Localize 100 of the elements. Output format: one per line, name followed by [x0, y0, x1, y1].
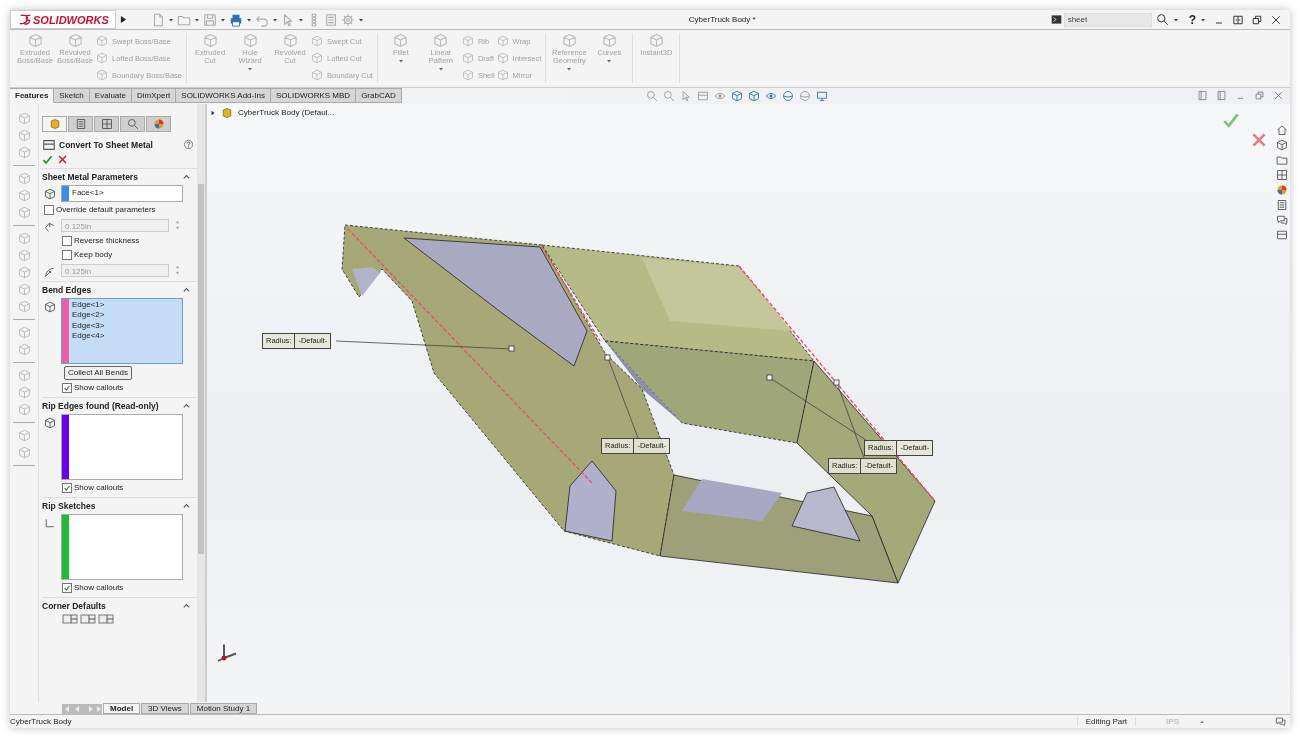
- feature-tree-item[interactable]: CyberTruck Body (Defaul...: [238, 108, 335, 118]
- caret-icon[interactable]: [193, 16, 200, 23]
- cube-icon: [496, 69, 509, 81]
- checkbox[interactable]: [62, 382, 72, 393]
- panel-icon[interactable]: [1216, 90, 1227, 102]
- restore-icon[interactable]: [1251, 13, 1263, 26]
- home-icon[interactable]: [1276, 123, 1288, 136]
- caret-icon[interactable]: [357, 16, 364, 23]
- selection-box[interactable]: Face<1>: [61, 184, 183, 202]
- checkbox[interactable]: [62, 235, 72, 246]
- chevron-icon[interactable]: [182, 501, 191, 511]
- list-item[interactable]: Edge<3>: [69, 320, 105, 332]
- checkbox-label: Show callouts: [74, 383, 124, 393]
- pointer-icon[interactable]: [679, 89, 692, 102]
- panel-icon[interactable]: [1276, 228, 1288, 241]
- status-text: CyberTruck Body: [10, 717, 73, 727]
- help-button[interactable]: ?: [1188, 12, 1196, 27]
- caret-icon[interactable]: [271, 16, 278, 23]
- scrollbar[interactable]: [197, 103, 205, 703]
- checkbox-label: Show callouts: [74, 583, 124, 593]
- sketch-icon: [44, 516, 56, 529]
- caret-icon[interactable]: [297, 16, 304, 23]
- cube-icon: [311, 69, 324, 81]
- model-tab[interactable]: Motion Study 1: [189, 703, 258, 715]
- cube-icon: [311, 35, 324, 47]
- panel-tab[interactable]: [94, 115, 119, 132]
- close-icon[interactable]: [57, 154, 68, 166]
- panel-tab[interactable]: [68, 115, 93, 132]
- sphere-icon[interactable]: [798, 89, 811, 102]
- chevron-icon[interactable]: [182, 601, 191, 611]
- cube-icon[interactable]: [747, 89, 760, 102]
- cube-icon[interactable]: [1276, 138, 1288, 151]
- checkbox[interactable]: [62, 249, 72, 260]
- chat-icon[interactable]: [1275, 716, 1286, 728]
- expand-arrow-icon[interactable]: [119, 15, 127, 24]
- section-title: Sheet Metal Parameters: [42, 171, 139, 182]
- caret-icon: [566, 66, 573, 72]
- list-item[interactable]: Edge<4>: [69, 331, 105, 342]
- search-field[interactable]: sheet: [1063, 12, 1152, 27]
- printer-icon[interactable]: [228, 12, 243, 27]
- checkbox[interactable]: [62, 582, 72, 593]
- caret-icon: [606, 58, 613, 64]
- grid-icon[interactable]: [1276, 168, 1288, 181]
- list-item[interactable]: Edge<1>: [69, 299, 105, 311]
- chevron-icon[interactable]: [182, 401, 191, 411]
- corner-relief-icon[interactable]: [62, 613, 78, 624]
- collect-bends-button[interactable]: Collect All Bends: [64, 365, 133, 380]
- list-item[interactable]: Face<1>: [69, 188, 182, 199]
- help-icon[interactable]: [183, 139, 194, 151]
- section-view-icon[interactable]: [696, 89, 709, 102]
- model-tab[interactable]: 3D Views: [141, 703, 189, 715]
- caret-icon[interactable]: [1200, 16, 1206, 23]
- section-title: Rip Edges found (Read-only): [42, 400, 160, 411]
- selection-list[interactable]: Edge<1> Edge<2> Edge<3> Edge<4>: [61, 297, 183, 364]
- solidworks-logo-button[interactable]: SOLIDWORKS: [10, 10, 116, 29]
- caret-icon[interactable]: [245, 16, 252, 23]
- magnifier-icon[interactable]: [645, 89, 658, 102]
- window-cutout: [352, 266, 380, 296]
- cube-icon: [44, 416, 56, 429]
- panel-icon[interactable]: [1197, 90, 1208, 102]
- tile-icon[interactable]: [1232, 13, 1244, 26]
- list-item[interactable]: Edge<2>: [69, 310, 105, 321]
- panel-tab[interactable]: [42, 115, 67, 132]
- cube-icon: [648, 33, 664, 48]
- folder-icon[interactable]: [1276, 153, 1288, 166]
- checkbox[interactable]: [44, 204, 54, 215]
- command-prompt-icon: [1050, 14, 1062, 25]
- chevron-icon[interactable]: [182, 172, 191, 182]
- corner-relief-icon[interactable]: [98, 613, 114, 624]
- checkbox-label: Override default parameters: [56, 205, 156, 215]
- chat-icon[interactable]: [1276, 213, 1288, 226]
- magnifier-icon[interactable]: [662, 89, 675, 102]
- cube-icon: [96, 69, 108, 81]
- magnifier-icon: [126, 117, 139, 130]
- checkmark-icon[interactable]: [42, 154, 53, 166]
- selection-list[interactable]: [61, 413, 183, 480]
- monitor-icon[interactable]: [815, 89, 828, 102]
- checkbox[interactable]: [62, 482, 72, 493]
- corner-relief-icon[interactable]: [80, 613, 96, 624]
- cube-icon: [461, 69, 474, 81]
- close-icon[interactable]: [1270, 13, 1282, 26]
- cube-icon: [496, 52, 509, 64]
- color-ball-icon[interactable]: [1276, 183, 1288, 196]
- part-icon: [221, 106, 233, 119]
- cube-icon: [393, 33, 409, 48]
- cube-icon[interactable]: [730, 89, 743, 102]
- cube-icon: [27, 33, 43, 48]
- chevron-icon[interactable]: [182, 285, 191, 295]
- part-icon: [48, 117, 61, 130]
- panel-tab[interactable]: [146, 115, 171, 132]
- caret-icon[interactable]: [1172, 16, 1179, 23]
- window-cutout: [791, 486, 861, 542]
- list-icon[interactable]: [1276, 198, 1288, 211]
- search-icon[interactable]: [1155, 13, 1169, 26]
- sphere-icon[interactable]: [781, 89, 794, 102]
- caret-icon[interactable]: [167, 16, 174, 23]
- caret-icon[interactable]: [219, 16, 226, 23]
- panel-tab[interactable]: [120, 115, 145, 132]
- checkbox-label: Keep body: [74, 250, 113, 260]
- model-tab[interactable]: Model: [103, 703, 141, 715]
